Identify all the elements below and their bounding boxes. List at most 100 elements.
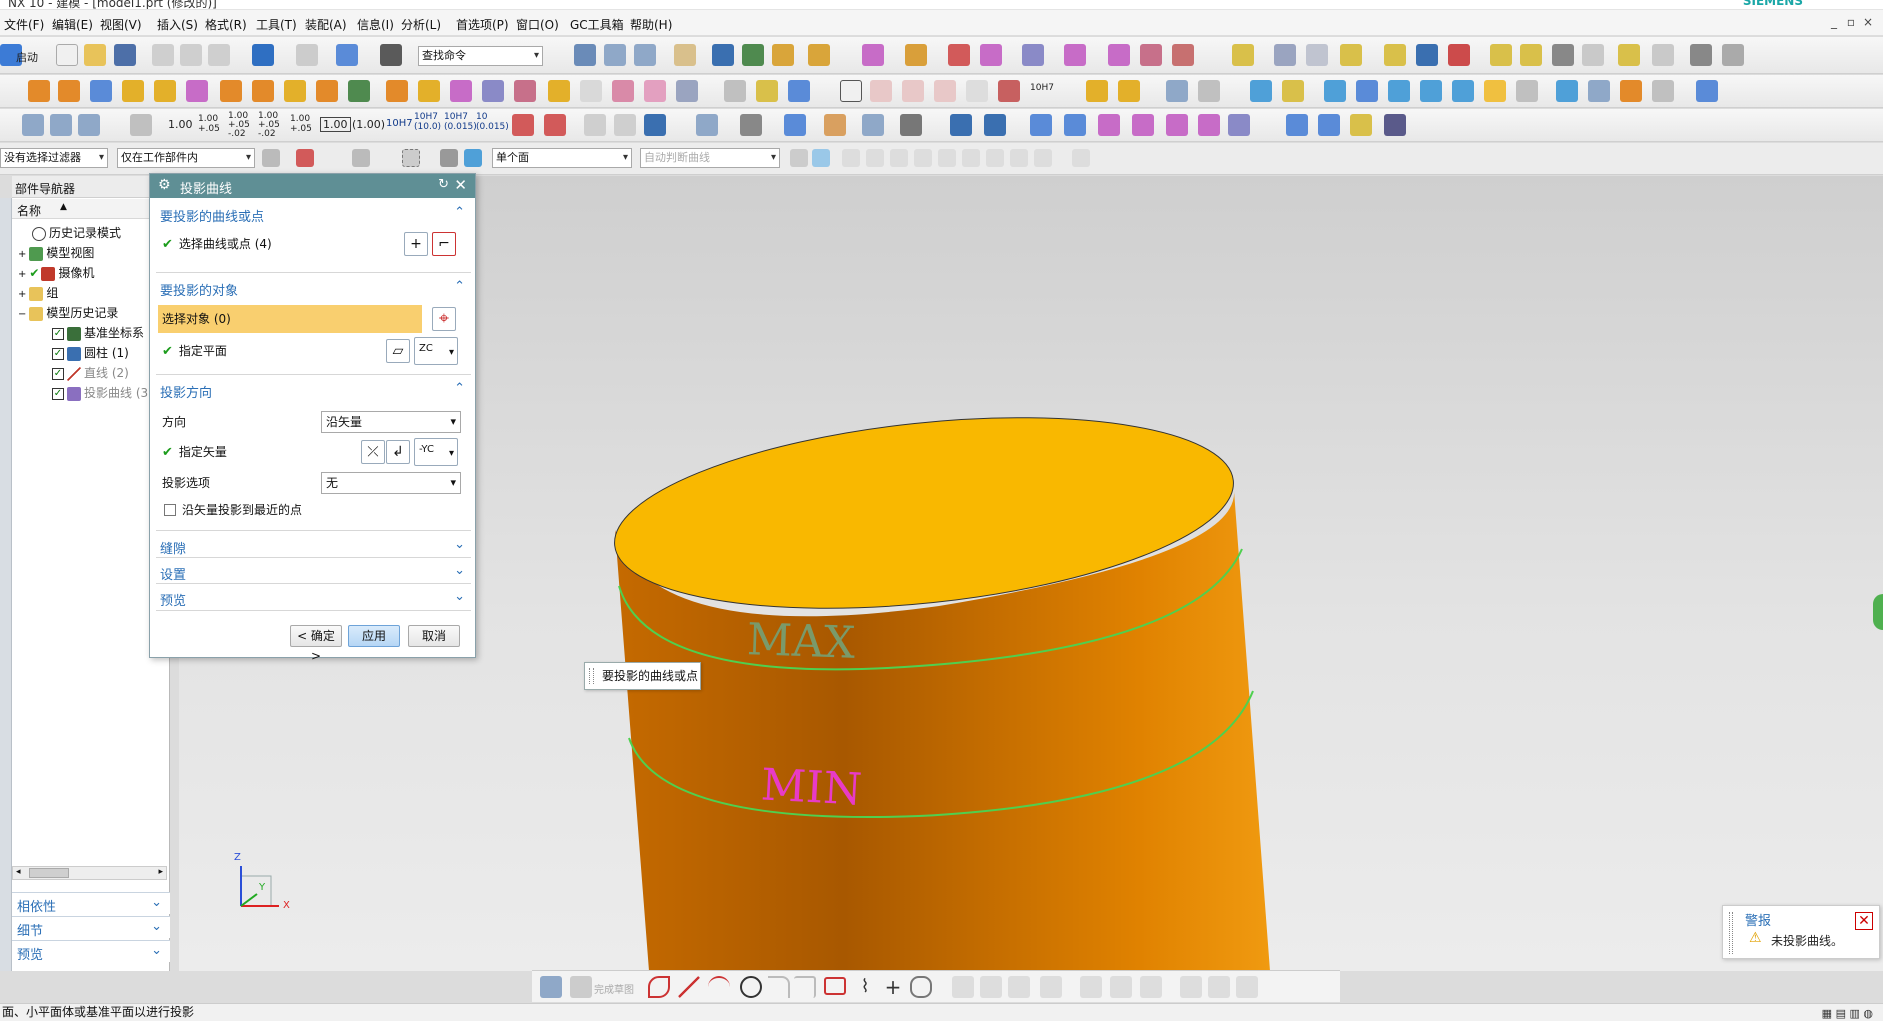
tree-item-line[interactable]: ✓ 直线 (2): [52, 363, 129, 383]
pmi-icon-11[interactable]: [740, 114, 762, 136]
sphere-icon[interactable]: [186, 80, 208, 102]
gdt-icon-17[interactable]: [1652, 80, 1674, 102]
gdt-icon-8[interactable]: [1356, 80, 1378, 102]
plane-dialog-icon[interactable]: ▱: [386, 339, 410, 363]
dialog-titlebar[interactable]: ⚙ 投影曲线 ↻ ✕: [150, 174, 475, 198]
expand-icon[interactable]: +: [18, 249, 26, 260]
fit-10h7-tol[interactable]: 10H7 (0.015): [444, 112, 477, 132]
globe-status-icon[interactable]: ◍: [1863, 1007, 1873, 1020]
pmi-icon-15[interactable]: [900, 114, 922, 136]
tolerance-basic[interactable]: 1.00: [320, 117, 351, 132]
analysis-icon-11[interactable]: [1618, 44, 1640, 66]
circle-icon[interactable]: [740, 976, 762, 998]
analysis-icon-4[interactable]: [1384, 44, 1406, 66]
gdt-icon-9[interactable]: [1388, 80, 1410, 102]
menu-preferences[interactable]: 首选项(P): [456, 16, 509, 33]
menu-gc-toolbox[interactable]: GC工具箱: [570, 16, 624, 33]
snap-icon-10[interactable]: [1072, 149, 1090, 167]
tree-item-cylinder[interactable]: ✓ 圆柱 (1): [52, 343, 129, 363]
reset-icon[interactable]: ↻: [438, 177, 449, 192]
feature-icon-5[interactable]: [1022, 44, 1044, 66]
analysis-icon-14[interactable]: [1722, 44, 1744, 66]
menu-window[interactable]: 窗口(O): [516, 16, 559, 33]
trim-icon[interactable]: [450, 80, 472, 102]
wave-icon[interactable]: [742, 44, 764, 66]
navigator-horizontal-scrollbar[interactable]: ◂ ▸: [12, 866, 167, 880]
trim-curve-icon[interactable]: [952, 976, 974, 998]
close-icon[interactable]: ✕: [454, 176, 467, 194]
gdt-icon-3[interactable]: [1166, 80, 1188, 102]
tree-item-cameras[interactable]: + ✔ 摄像机: [18, 263, 94, 283]
extend-curve-icon[interactable]: [980, 976, 1002, 998]
arc-icon[interactable]: [708, 976, 730, 998]
vector-dialog-icon[interactable]: ↲: [386, 440, 410, 464]
section-dependencies[interactable]: 相依性 ⌄: [12, 892, 170, 915]
redo-icon[interactable]: [296, 44, 318, 66]
pmi-icon-22[interactable]: [1166, 114, 1188, 136]
filter-icon-3[interactable]: [352, 149, 370, 167]
grid-icon[interactable]: [870, 80, 892, 102]
project-nearest-checkbox[interactable]: [164, 504, 176, 516]
collapse-icon[interactable]: −: [18, 309, 26, 320]
analysis-icon-6[interactable]: [1448, 44, 1470, 66]
feature-icon-7[interactable]: [1108, 44, 1130, 66]
intersect-icon[interactable]: [418, 80, 440, 102]
drag-handle[interactable]: [1729, 912, 1733, 954]
gdt-icon-12[interactable]: [1484, 80, 1506, 102]
scroll-right-icon[interactable]: ▸: [158, 867, 163, 877]
gdt-icon-6[interactable]: [1282, 80, 1304, 102]
tolerance-unilateral[interactable]: 1.00 +.05 -.02: [228, 112, 254, 139]
analysis-icon-2[interactable]: [1306, 44, 1328, 66]
pmi-icon-9[interactable]: [644, 114, 666, 136]
direction-dropdown[interactable]: 沿矢量: [321, 411, 461, 433]
pmi-icon-3[interactable]: [78, 114, 100, 136]
menu-format[interactable]: 格式(R): [205, 16, 247, 33]
resource-bar[interactable]: [0, 198, 12, 971]
touch-mode-icon[interactable]: [380, 44, 402, 66]
menu-info[interactable]: 信息(I): [357, 16, 394, 33]
blend-icon[interactable]: [612, 80, 634, 102]
analysis-icon-9[interactable]: [1552, 44, 1574, 66]
draft-icon[interactable]: [580, 80, 602, 102]
pmi-icon-28[interactable]: [1384, 114, 1406, 136]
scroll-thumb[interactable]: [29, 868, 69, 878]
rectangle-icon[interactable]: [824, 977, 846, 995]
save-icon[interactable]: [114, 44, 136, 66]
pmi-icon-16[interactable]: [950, 114, 972, 136]
line-tool-icon[interactable]: [678, 976, 700, 998]
analysis-icon-8[interactable]: [1520, 44, 1542, 66]
pmi-icon-2[interactable]: [50, 114, 72, 136]
gdt-icon-13[interactable]: [1516, 80, 1538, 102]
shell-icon[interactable]: [548, 80, 570, 102]
rapid-dimension-icon[interactable]: [1110, 976, 1132, 998]
group-gaps-header[interactable]: 缝隙 ⌄: [156, 535, 471, 557]
pmi-icon-6[interactable]: [544, 114, 566, 136]
snap-icon-8[interactable]: [1010, 149, 1028, 167]
studio-spline-icon[interactable]: [910, 976, 932, 998]
note-icon[interactable]: [966, 80, 988, 102]
chamfer-tool-icon[interactable]: [794, 976, 816, 998]
sketch-icon[interactable]: [540, 976, 562, 998]
fit-10h7[interactable]: 10H7: [386, 118, 413, 129]
tree-item-datum-csys[interactable]: ✓ 基准坐标系: [52, 323, 144, 343]
gdt-icon-10[interactable]: [1420, 80, 1442, 102]
pmi-icon-19[interactable]: [1064, 114, 1086, 136]
side-handle[interactable]: [1873, 594, 1883, 630]
copy-icon[interactable]: [180, 44, 202, 66]
tree-item-model-views[interactable]: + 模型视图: [18, 243, 94, 263]
menu-insert[interactable]: 插入(S): [157, 16, 198, 33]
tree-item-projected-curve[interactable]: ✓ 投影曲线 (3): [52, 383, 153, 403]
hole-spec-label[interactable]: 10H7: [1030, 83, 1054, 93]
face-rule-dropdown[interactable]: 单个面: [492, 148, 632, 168]
snap-icon-5[interactable]: [938, 149, 956, 167]
pmi-icon-5[interactable]: [512, 114, 534, 136]
component-icon[interactable]: [772, 44, 794, 66]
tree-item-groups[interactable]: + 组: [18, 283, 58, 303]
datum-plane-icon[interactable]: [840, 80, 862, 102]
feature-icon-3[interactable]: [948, 44, 970, 66]
vector-type-dropdown[interactable]: -YC ▾: [414, 438, 458, 466]
analysis-icon-10[interactable]: [1582, 44, 1604, 66]
cut-icon[interactable]: [152, 44, 174, 66]
feature-icon-4[interactable]: [980, 44, 1002, 66]
menu-tools[interactable]: 工具(T): [256, 16, 297, 33]
